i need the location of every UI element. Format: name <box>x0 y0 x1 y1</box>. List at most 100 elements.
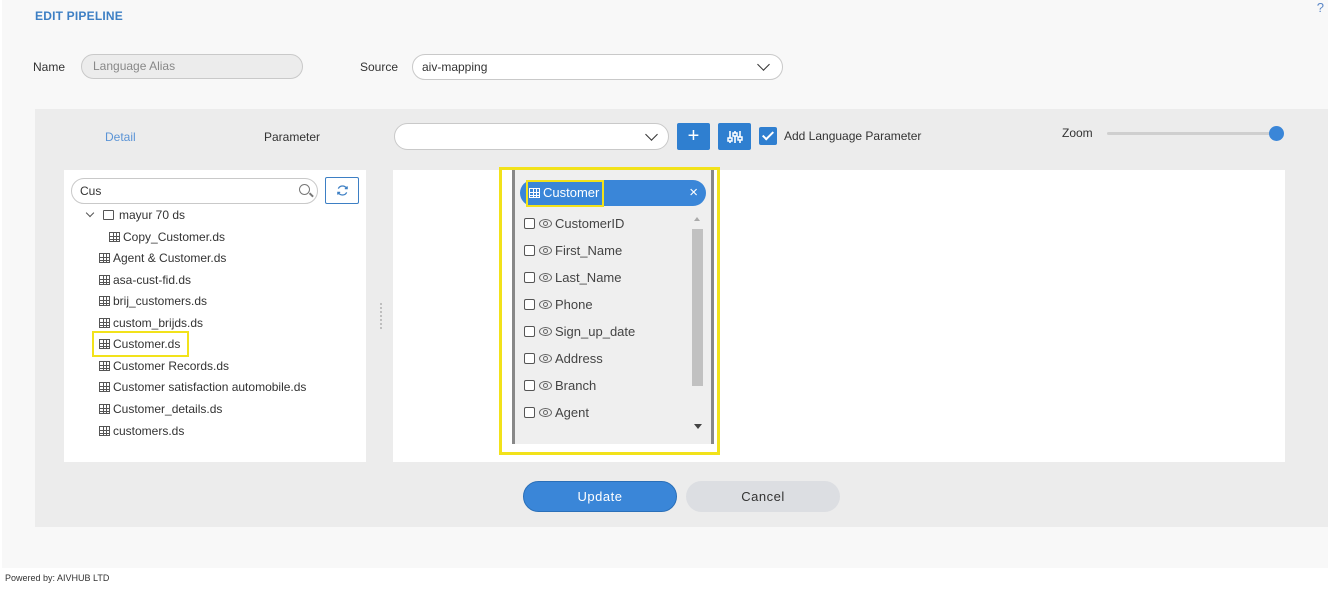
field-row[interactable]: Last_Name <box>524 269 621 287</box>
table-icon <box>99 275 110 285</box>
field-row[interactable]: Phone <box>524 296 593 314</box>
eye-icon[interactable] <box>539 273 552 282</box>
zoom-slider-track[interactable] <box>1107 132 1277 135</box>
table-icon <box>99 318 110 328</box>
tree-item-label: custom_brijds.ds <box>113 316 204 330</box>
tree-item[interactable]: brij_customers.ds <box>99 293 207 309</box>
field-row[interactable]: First_Name <box>524 242 622 260</box>
tree-item[interactable]: customers.ds <box>99 423 184 439</box>
table-icon <box>99 361 110 371</box>
add-language-parameter-checkbox[interactable] <box>759 127 777 145</box>
cancel-button[interactable]: Cancel <box>686 481 840 512</box>
field-checkbox[interactable] <box>524 299 535 310</box>
folder-icon <box>103 210 114 220</box>
selection-highlight <box>92 331 189 357</box>
tree-item[interactable]: custom_brijds.ds <box>99 315 203 331</box>
source-label: Source <box>360 60 399 74</box>
tree-item-label: Customer Records.ds <box>113 359 230 373</box>
tree-search-value: Cus <box>80 184 102 198</box>
field-label: Phone <box>555 297 593 312</box>
field-row[interactable]: Address <box>524 350 603 368</box>
node-scrollbar-thumb[interactable] <box>692 229 703 386</box>
table-icon <box>99 426 110 436</box>
field-checkbox[interactable] <box>524 353 535 364</box>
source-value: aiv-mapping <box>422 60 488 74</box>
name-label: Name <box>33 60 66 74</box>
panel-splitter-handle[interactable] <box>379 302 383 330</box>
tab-parameter[interactable]: Parameter <box>264 130 320 144</box>
chevron-down-icon <box>645 128 658 141</box>
add-language-parameter-label: Add Language Parameter <box>784 129 922 143</box>
page-title: EDIT PIPELINE <box>35 9 123 23</box>
table-icon <box>99 296 110 306</box>
field-row[interactable]: Sign_up_date <box>524 323 635 341</box>
field-checkbox[interactable] <box>524 245 535 256</box>
table-icon <box>99 253 110 263</box>
field-label: Last_Name <box>555 270 622 285</box>
refresh-button[interactable] <box>325 177 359 204</box>
scroll-up-icon[interactable] <box>694 217 700 221</box>
field-checkbox[interactable] <box>524 407 535 418</box>
tree-search-input[interactable]: Cus <box>71 178 318 204</box>
tree-item-label: Agent & Customer.ds <box>113 251 227 265</box>
chevron-down-icon <box>757 58 770 71</box>
source-select[interactable]: aiv-mapping <box>412 54 783 80</box>
table-icon <box>109 232 120 242</box>
name-input[interactable]: Language Alias <box>81 54 303 79</box>
field-label: Sign_up_date <box>555 324 636 339</box>
eye-icon[interactable] <box>539 381 552 390</box>
tree-item[interactable]: Customer satisfaction automobile.ds <box>99 379 306 395</box>
zoom-label: Zoom <box>1062 126 1093 140</box>
update-button[interactable]: Update <box>523 481 677 512</box>
field-row[interactable]: Agent <box>524 404 589 422</box>
field-row[interactable]: Branch <box>524 377 596 395</box>
tab-detail[interactable]: Detail <box>105 130 136 144</box>
field-checkbox[interactable] <box>524 380 535 391</box>
eye-icon[interactable] <box>539 408 552 417</box>
node-title-highlight <box>526 180 604 207</box>
help-icon[interactable]: ? <box>1317 0 1324 15</box>
tree-item-label: Customer_details.ds <box>113 402 223 416</box>
footer-powered-by: Powered by: AIVHUB LTD <box>5 573 110 583</box>
field-checkbox[interactable] <box>524 218 535 229</box>
close-icon[interactable]: × <box>689 180 698 206</box>
eye-icon[interactable] <box>539 246 552 255</box>
field-checkbox[interactable] <box>524 326 535 337</box>
field-label: Branch <box>555 378 597 393</box>
field-row[interactable]: CustomerID <box>524 215 624 233</box>
field-checkbox[interactable] <box>524 272 535 283</box>
refresh-icon <box>336 185 348 196</box>
tree-item[interactable]: Agent & Customer.ds <box>99 250 226 266</box>
field-label: Address <box>555 351 603 366</box>
field-label: CustomerID <box>555 216 625 231</box>
tree-item-label: asa-cust-fid.ds <box>113 273 192 287</box>
tree-folder[interactable]: mayur 70 ds <box>85 207 186 223</box>
eye-icon[interactable] <box>539 354 552 363</box>
table-icon <box>99 382 110 392</box>
zoom-slider-handle[interactable] <box>1269 126 1284 141</box>
tree-item-label: Customer satisfaction automobile.ds <box>113 380 307 394</box>
parameter-select[interactable] <box>394 123 669 150</box>
tree-item[interactable]: Customer Records.ds <box>99 358 229 374</box>
search-icon[interactable] <box>299 184 310 195</box>
field-label: First_Name <box>555 243 623 258</box>
eye-icon[interactable] <box>539 327 552 336</box>
tree-item-label: brij_customers.ds <box>113 294 208 308</box>
tree-item[interactable]: Copy_Customer.ds <box>109 229 225 245</box>
chevron-down-icon[interactable] <box>85 208 95 218</box>
add-button[interactable]: + <box>677 123 710 150</box>
settings-button[interactable] <box>718 123 751 150</box>
field-label: Agent <box>555 405 589 420</box>
table-icon <box>99 404 110 414</box>
dataset-tree: Cus mayur 70 ds Copy_Customer.ds Agent &… <box>64 170 366 462</box>
tree-item[interactable]: asa-cust-fid.ds <box>99 272 191 288</box>
eye-icon[interactable] <box>539 300 552 309</box>
sliders-icon <box>726 131 743 143</box>
eye-icon[interactable] <box>539 219 552 228</box>
edit-pipeline-page: EDIT PIPELINE ? Name Language Alias Sour… <box>2 0 1328 568</box>
tree-item-label: Copy_Customer.ds <box>123 230 226 244</box>
tree-item-label: customers.ds <box>113 424 185 438</box>
scroll-down-icon[interactable] <box>694 424 702 429</box>
tree-item[interactable]: Customer_details.ds <box>99 401 222 417</box>
tree-item-label: mayur 70 ds <box>119 208 186 222</box>
